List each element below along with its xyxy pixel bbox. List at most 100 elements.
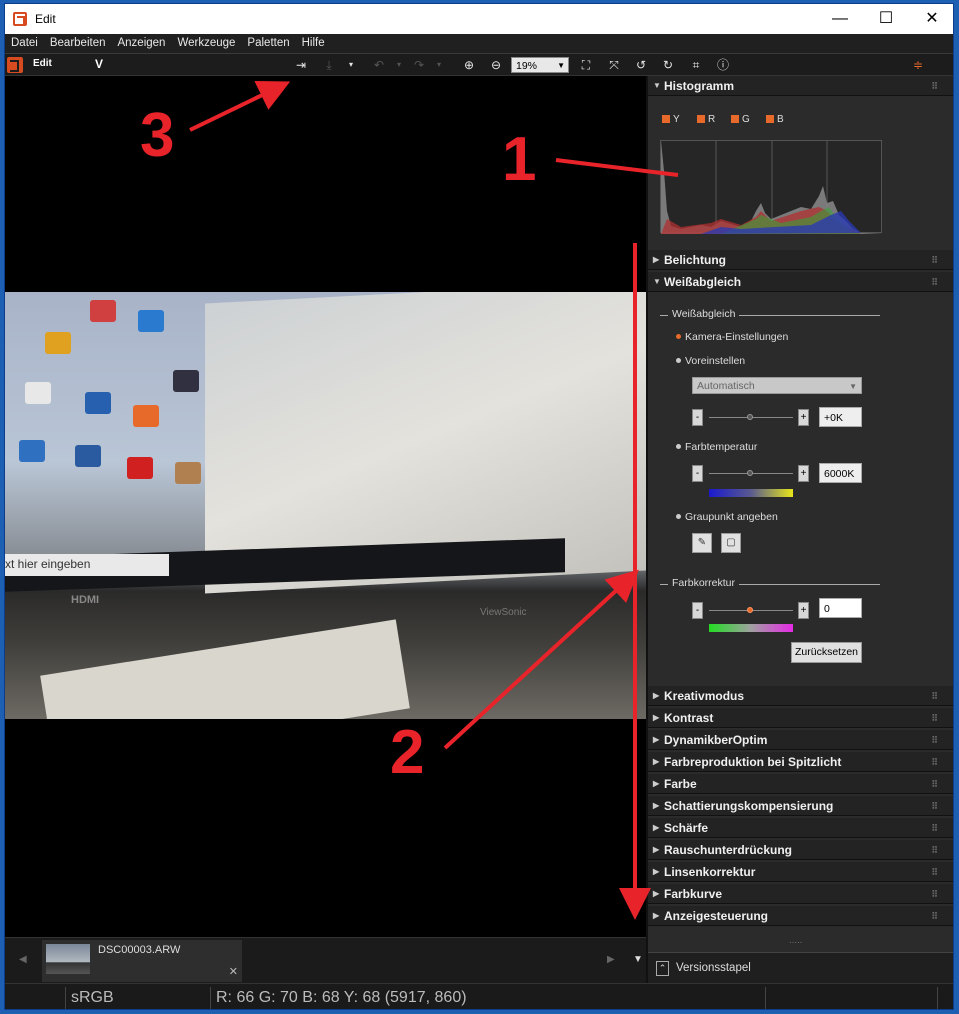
section-kreativmodus[interactable]: ▶ Kreativmodus ⠿ — [648, 686, 953, 706]
filmstrip-menu-icon[interactable]: ▼ — [633, 954, 643, 965]
grip-icon[interactable]: ⠿ — [931, 250, 938, 270]
adjust-sliders-icon[interactable]: ≑ — [910, 57, 926, 73]
thumb-close-icon[interactable]: ✕ — [229, 965, 238, 978]
close-button[interactable]: ✕ — [909, 4, 953, 34]
info-icon[interactable]: ⓘ — [715, 57, 731, 73]
redo-icon[interactable]: ↷ — [411, 57, 427, 73]
menu-paletten[interactable]: Paletten — [241, 34, 295, 53]
section-kontrast[interactable]: ▶ Kontrast ⠿ — [648, 708, 953, 728]
channel-b-checkbox[interactable]: B — [766, 114, 784, 125]
temp-value-field[interactable]: 6000K — [819, 463, 862, 483]
grip-icon[interactable]: ⠿ — [931, 708, 938, 728]
grip-icon[interactable]: ⠿ — [931, 752, 938, 772]
radio-preset-label: Voreinstellen — [681, 355, 750, 367]
section-farbkurve[interactable]: ▶ Farbkurve ⠿ — [648, 884, 953, 904]
channel-g-checkbox[interactable]: G — [731, 114, 750, 125]
section-rauschunterdrueckung[interactable]: ▶ Rauschunterdrückung ⠿ — [648, 840, 953, 860]
section-weissabgleich[interactable]: ▼ Weißabgleich ⠿ — [648, 272, 953, 292]
crop-icon[interactable]: ⌗ — [688, 57, 704, 73]
preset-minus-button[interactable]: - — [692, 409, 703, 426]
photo-search-text: xt hier eingeben — [5, 554, 169, 576]
maximize-button[interactable]: ☐ — [863, 4, 909, 34]
temp-minus-button[interactable]: - — [692, 465, 703, 482]
filmstrip-thumb[interactable]: DSC00003.ARW ✕ — [42, 940, 242, 982]
section-schattierung[interactable]: ▶ Schattierungskompensierung ⠿ — [648, 796, 953, 816]
fit-screen-icon[interactable]: ⛶ — [578, 57, 594, 73]
zoom-select[interactable]: 19% ▼ — [511, 57, 569, 73]
section-linsenkorrektur[interactable]: ▶ Linsenkorrektur ⠿ — [648, 862, 953, 882]
section-schaerfe[interactable]: ▶ Schärfe ⠿ — [648, 818, 953, 838]
save-dropdown-icon[interactable]: ▾ — [343, 57, 359, 73]
section-belichtung[interactable]: ▶ Belichtung ⠿ — [648, 250, 953, 270]
temp-slider-knob[interactable] — [747, 470, 753, 476]
channel-y-checkbox[interactable]: Y — [662, 114, 680, 125]
grip-icon[interactable]: ⠿ — [931, 840, 938, 860]
section-histogram[interactable]: ▼ Histogramm ⠿ — [648, 76, 953, 96]
section-farbe[interactable]: ▶ Farbe ⠿ — [648, 774, 953, 794]
preset-select[interactable]: Automatisch ▼ — [692, 377, 862, 394]
minimize-button[interactable]: — — [817, 4, 863, 34]
temp-gradient-bar — [709, 489, 793, 497]
grip-icon[interactable]: ⠿ — [931, 774, 938, 794]
chevron-right-icon: ▶ — [653, 713, 660, 722]
color-corr-minus-button[interactable]: - — [692, 602, 703, 619]
preset-plus-button[interactable]: + — [798, 409, 809, 426]
grip-icon[interactable]: ⠿ — [931, 796, 938, 816]
preset-slider-knob[interactable] — [747, 414, 753, 420]
grip-icon[interactable]: ⠿ — [931, 862, 938, 882]
rotate-right-icon[interactable]: ↻ — [660, 57, 676, 73]
channel-label: G — [742, 114, 750, 125]
zoom-out-icon[interactable]: ⊖ — [488, 57, 504, 73]
grip-icon[interactable]: ⠿ — [931, 906, 938, 926]
menu-datei[interactable]: Datei — [5, 34, 44, 53]
temp-plus-button[interactable]: + — [798, 465, 809, 482]
version-stack-bar[interactable]: ⌃ Versionsstapel — [648, 952, 953, 983]
image-viewer[interactable]: xt hier eingeben HDMI ViewSonic — [5, 76, 646, 937]
color-corr-value-field[interactable]: 0 — [819, 598, 862, 618]
grip-icon[interactable]: ⠿ — [931, 686, 938, 706]
status-bar: sRGB R: 66 G: 70 B: 68 Y: 68 (5917, 860) — [5, 983, 953, 1009]
toolbar: Edit V ⇥ ⤓ ▾ ↶ ▾ ↷ ▾ ⊕ ⊖ 19% ▼ ⛶ ⤧ ↺ ↻ ⌗ … — [5, 54, 953, 76]
chevron-right-icon: ▶ — [653, 757, 660, 766]
chevron-up-icon[interactable]: ⌃ — [656, 961, 669, 976]
chevron-down-icon: ▼ — [557, 61, 565, 70]
zoom-in-icon[interactable]: ⊕ — [461, 57, 477, 73]
menu-hilfe[interactable]: Hilfe — [296, 34, 331, 53]
menu-werkzeuge[interactable]: Werkzeuge — [171, 34, 241, 53]
grip-icon[interactable]: ⠿ — [931, 76, 938, 96]
thumb-filename: DSC00003.ARW — [98, 944, 181, 956]
export-icon[interactable]: ⇥ — [293, 57, 309, 73]
photo-desktop-icon — [173, 370, 199, 392]
color-corr-plus-button[interactable]: + — [798, 602, 809, 619]
rotate-left-icon[interactable]: ↺ — [633, 57, 649, 73]
window-title: Edit — [35, 12, 56, 26]
menu-bearbeiten[interactable]: Bearbeiten — [44, 34, 112, 53]
photo-desktop-icon — [75, 445, 101, 467]
filmstrip-prev-icon[interactable]: ◀ — [19, 954, 27, 965]
panel-resize-handle[interactable]: ····· — [789, 938, 802, 947]
section-title: DynamikberOptim — [664, 733, 768, 747]
grip-icon[interactable]: ⠿ — [931, 730, 938, 750]
eyedropper-icon[interactable]: ✎ — [692, 533, 712, 553]
preset-offset-field[interactable]: +0K — [819, 407, 862, 427]
grip-icon[interactable]: ⠿ — [931, 884, 938, 904]
menu-anzeigen[interactable]: Anzeigen — [111, 34, 171, 53]
photo-desktop-icon — [133, 405, 159, 427]
photo-desktop-icon — [175, 462, 201, 484]
section-farbreproduktion[interactable]: ▶ Farbreproduktion bei Spitzlicht ⠿ — [648, 752, 953, 772]
undo-icon[interactable]: ↶ — [371, 57, 387, 73]
app-logo-icon[interactable] — [7, 57, 23, 73]
undo-dropdown-icon[interactable]: ▾ — [391, 57, 407, 73]
grip-icon[interactable]: ⠿ — [931, 272, 938, 292]
area-select-icon[interactable]: ▢ — [721, 533, 741, 553]
save-icon[interactable]: ⤓ — [321, 57, 337, 73]
color-corr-slider-knob[interactable] — [747, 607, 753, 613]
reset-button[interactable]: Zurücksetzen — [791, 642, 862, 663]
actual-size-icon[interactable]: ⤧ — [606, 57, 622, 73]
section-dynamik[interactable]: ▶ DynamikberOptim ⠿ — [648, 730, 953, 750]
grip-icon[interactable]: ⠿ — [931, 818, 938, 838]
channel-r-checkbox[interactable]: R — [697, 114, 715, 125]
section-anzeigesteuerung[interactable]: ▶ Anzeigesteuerung ⠿ — [648, 906, 953, 926]
filmstrip-next-icon[interactable]: ▶ — [607, 954, 615, 965]
redo-dropdown-icon[interactable]: ▾ — [431, 57, 447, 73]
